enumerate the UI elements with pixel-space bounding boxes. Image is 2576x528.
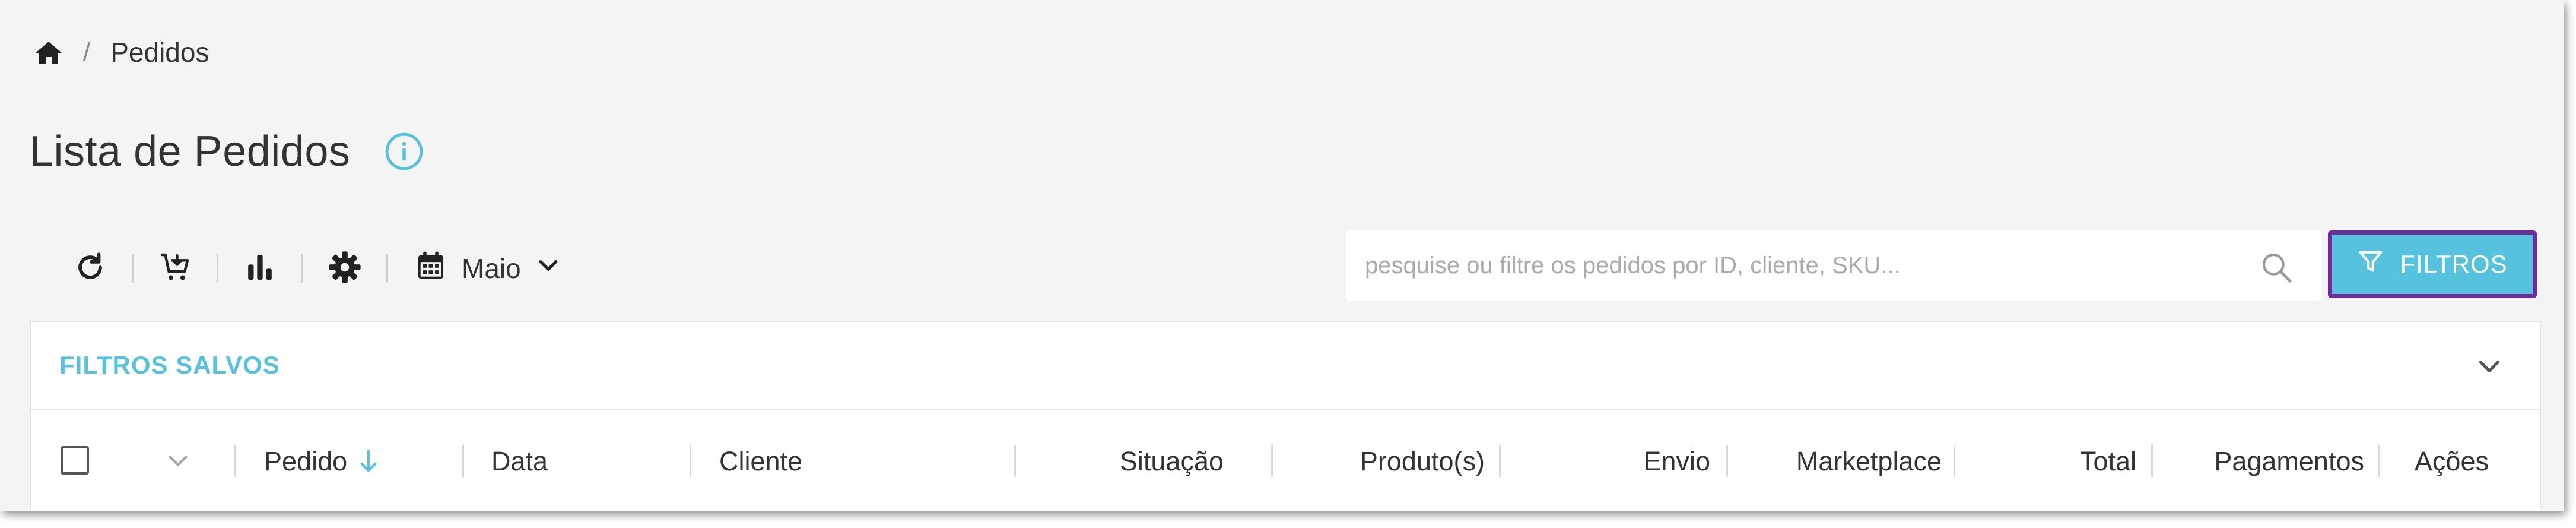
column-label: Ações [2414, 445, 2489, 476]
toolbar-divider [217, 254, 218, 283]
saved-filters-label: FILTROS SALVOS [59, 351, 280, 379]
toolbar-divider [301, 254, 303, 283]
column-data[interactable]: Data [491, 410, 548, 512]
calendar-icon [414, 249, 447, 289]
column-divider [690, 445, 691, 477]
column-divider [1014, 445, 1016, 477]
search-box [1346, 230, 2321, 301]
column-divider [2151, 445, 2153, 477]
column-divider [234, 445, 236, 477]
arrow-down-icon [357, 448, 380, 475]
cart-icon [158, 251, 192, 287]
search-input[interactable] [1364, 251, 2226, 280]
filters-button-label: FILTROS [2400, 250, 2508, 278]
app-frame: / Pedidos Lista de Pedidos Maio pesquise… [0, 0, 2564, 511]
title-row: Lista de Pedidos [30, 122, 424, 181]
column-divider [2378, 445, 2380, 477]
chart-icon [243, 251, 277, 287]
column-divider [1271, 445, 1273, 477]
column-marketplace[interactable]: Marketplace [1740, 410, 1942, 512]
table-header: Pedido Data Cliente Situação Produto(s) [31, 410, 2540, 512]
column-label: Situação [1119, 445, 1224, 476]
column-label: Envio [1643, 445, 1710, 476]
column-label: Cliente [719, 445, 803, 476]
toolbar-divider [386, 254, 388, 283]
orders-panel: FILTROS SALVOS Pedido Data Cliente Situa… [30, 321, 2541, 511]
gear-icon [328, 250, 362, 287]
toolbar: Maio [66, 240, 561, 297]
breadcrumb-current: Pedidos [110, 37, 209, 68]
column-pedido[interactable]: Pedido [264, 410, 380, 512]
column-label: Pagamentos [2214, 445, 2364, 476]
column-produtos[interactable]: Produto(s) [1289, 410, 1485, 512]
breadcrumb: / Pedidos [34, 34, 209, 70]
column-label: Produto(s) [1360, 445, 1485, 476]
column-divider [1954, 445, 1955, 477]
toolbar-divider [132, 254, 134, 283]
chevron-down-icon [2475, 352, 2504, 381]
filters-button[interactable]: FILTROS [2328, 230, 2537, 298]
month-selector[interactable]: Maio [414, 249, 561, 289]
column-label: Marketplace [1796, 445, 1942, 476]
reports-button[interactable] [236, 245, 284, 292]
page-title: Lista de Pedidos [30, 128, 351, 175]
column-label: Pedido [264, 445, 348, 476]
saved-filters-header[interactable]: FILTROS SALVOS [31, 322, 2540, 410]
chevron-down-icon[interactable] [164, 447, 192, 475]
refresh-button[interactable] [66, 245, 114, 292]
column-situacao[interactable]: Situação [1028, 410, 1224, 512]
home-icon[interactable] [34, 40, 63, 65]
breadcrumb-separator: / [83, 37, 91, 67]
refresh-icon [73, 250, 107, 287]
filter-icon [2357, 248, 2384, 281]
column-divider [1499, 445, 1501, 477]
column-divider [1726, 445, 1728, 477]
column-acoes: Ações [2393, 410, 2489, 512]
info-icon[interactable] [385, 132, 424, 171]
month-label: Maio [462, 253, 521, 284]
column-envio[interactable]: Envio [1514, 410, 1710, 512]
column-label: Data [491, 445, 548, 476]
column-total[interactable]: Total [1971, 410, 2136, 512]
column-pagamentos[interactable]: Pagamentos [2167, 410, 2364, 512]
settings-button[interactable] [321, 245, 369, 292]
column-divider [462, 445, 464, 477]
search-icon[interactable] [2260, 251, 2293, 284]
select-all-checkbox[interactable] [61, 446, 89, 475]
cart-button[interactable] [151, 245, 199, 292]
chevron-down-icon [535, 252, 561, 285]
column-label: Total [2079, 445, 2136, 476]
column-cliente[interactable]: Cliente [719, 410, 802, 512]
